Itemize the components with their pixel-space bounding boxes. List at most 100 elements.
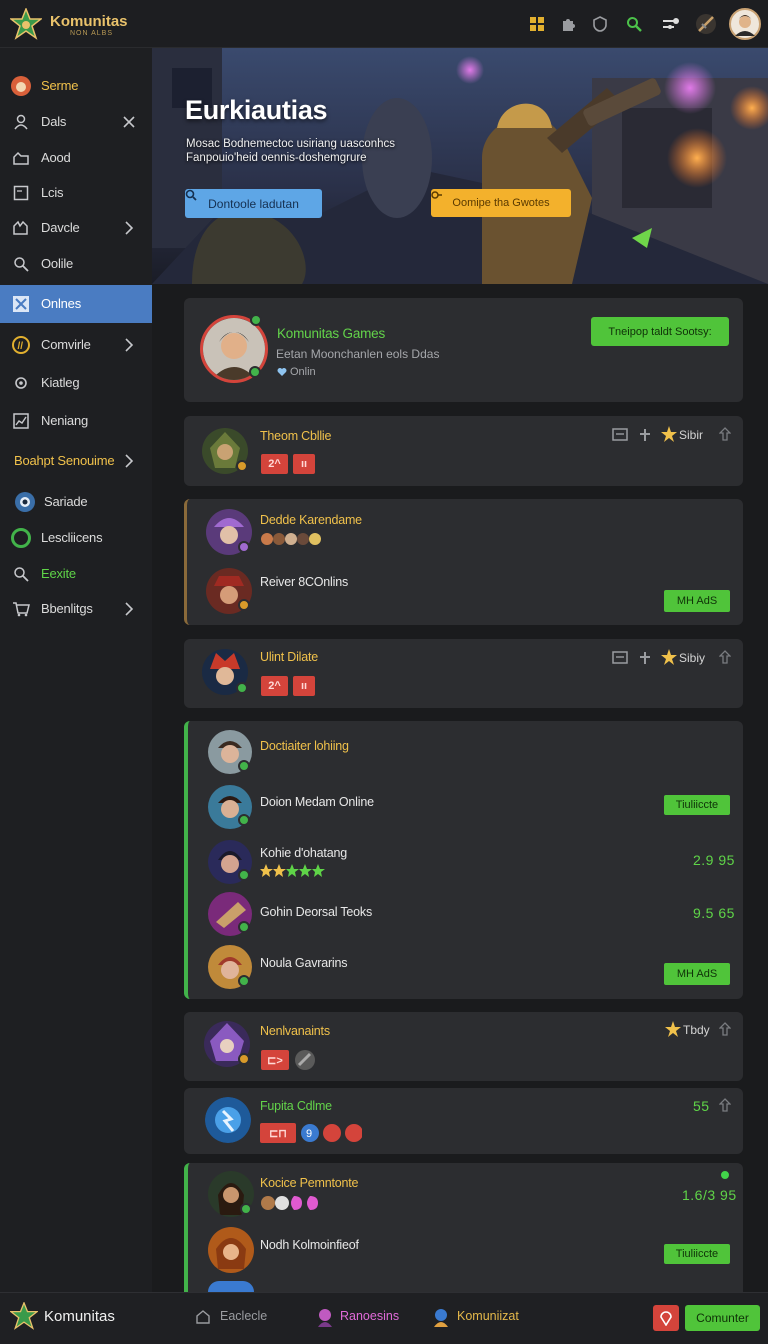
star-logo-icon[interactable] (10, 1302, 38, 1330)
score-value: 55 (693, 1098, 710, 1114)
sidebar-item-bbenlitgs[interactable]: Bbenlitgs (0, 591, 152, 627)
hero-primary-label: Dontoole ladutan (208, 196, 299, 211)
profile-description: Eetan Moonchanlen eols Ddas (276, 347, 440, 361)
upvote-icon[interactable] (719, 650, 731, 664)
close-icon[interactable] (122, 113, 136, 131)
hero-subtitle: Mosac Bodnemectoc usiriang uasconhcs Fan… (186, 138, 396, 164)
sidebar-item-dals[interactable]: Dals (0, 104, 152, 140)
message-icon[interactable] (612, 651, 628, 665)
chevron-right-icon[interactable] (122, 600, 136, 618)
item-name: Doctiaiter lohiing (260, 739, 349, 753)
cog-icon (10, 372, 32, 394)
app-logo[interactable]: Komunitas NON ALBS (8, 6, 148, 44)
sidebar-item-serme[interactable]: Serme (0, 68, 152, 104)
star-icon (661, 649, 677, 665)
sidebar-item-lescliicens[interactable]: Lescliicens (0, 520, 152, 556)
pin-icon[interactable] (639, 651, 651, 665)
status-badge (240, 1203, 252, 1215)
item-name: Gohin Deorsal Teoks (260, 905, 373, 919)
sidebar-item-sariade[interactable]: Sariade (0, 484, 152, 520)
item-name: Kocice Pemntonte (260, 1176, 359, 1190)
sidebar-item-eexite[interactable]: Eexite (0, 556, 152, 592)
join-button[interactable]: MH AdS (664, 963, 730, 985)
hero-primary-button[interactable]: Dontoole ladutan (185, 189, 322, 218)
sidebar-item-label: Comvirle (41, 337, 91, 352)
chevron-right-icon[interactable] (122, 452, 136, 470)
join-button[interactable]: MH AdS (664, 590, 730, 612)
follow-button[interactable]: Tiuliiccte (664, 795, 730, 815)
cart-icon (10, 598, 32, 620)
sidebar-item-label: Dals (41, 114, 67, 129)
item-name: Noula Gavrarins (260, 956, 348, 970)
sidebar-item-onlnes[interactable]: Onlnes (0, 285, 152, 323)
sidebar-item-comvirle[interactable]: // Comvirle (0, 327, 152, 363)
bottom-nav-item[interactable]: Komuniizat (457, 1309, 519, 1323)
profile-card: Komunitas Games Eetan Moonchanlen eols D… (184, 298, 743, 402)
online-indicator (719, 1169, 731, 1181)
sidebar-item-davcle[interactable]: Davcle (0, 210, 152, 246)
location-button[interactable] (653, 1305, 679, 1331)
svg-text:9: 9 (306, 1128, 312, 1140)
bottom-nav-item[interactable]: Eaclecle (220, 1309, 267, 1323)
profile-name: Komunitas Games (277, 326, 386, 341)
settings-icon[interactable] (659, 12, 683, 36)
status-badge (238, 1053, 250, 1065)
sidebar-item-lcis[interactable]: Lcis (0, 175, 152, 211)
sidebar-item-kiatleg[interactable]: Kiatleg (0, 365, 152, 401)
chevron-right-icon[interactable] (122, 219, 136, 237)
cross-icon (10, 293, 32, 315)
hero-artwork (152, 48, 768, 284)
profile-action-button[interactable]: Tneipop taldt Sootsy: (591, 317, 729, 346)
grid-icon[interactable] (525, 12, 549, 36)
status-badge (238, 760, 250, 772)
character-icon (318, 1309, 332, 1327)
app-tagline: NON ALBS (70, 30, 114, 37)
sidebar-section-label: Boahpt Senouime (14, 453, 115, 468)
list-item[interactable]: Theom Cbllie 2^ ıı Sibir (184, 416, 743, 486)
member-avatars (261, 1196, 318, 1210)
app-name: Komunitas (50, 13, 128, 30)
sidebar-item-neniang[interactable]: Neniang (0, 403, 152, 439)
user-avatar[interactable] (729, 8, 761, 40)
chevron-right-icon[interactable] (122, 336, 136, 354)
message-icon[interactable] (612, 428, 628, 442)
sidebar: Serme Dals Aood Lcis Davcle Oolile Onlne… (0, 48, 152, 1292)
follow-button[interactable]: Tiuliiccte (664, 1244, 730, 1264)
upvote-icon[interactable] (719, 1022, 731, 1036)
puzzle-icon[interactable] (556, 12, 580, 36)
sidebar-section-boahpt[interactable]: Boahpt Senouime (0, 443, 152, 479)
fox-icon (10, 75, 32, 97)
game-icons: 9 (301, 1124, 362, 1142)
avatar[interactable] (208, 1227, 254, 1273)
upvote-icon[interactable] (719, 1098, 731, 1112)
community-button[interactable]: Comunter (685, 1305, 760, 1331)
sidebar-item-label: Sariade (44, 494, 88, 509)
list-item[interactable]: Fupita Cdlme ⊏⊓ 9 55 (184, 1088, 743, 1154)
community-icon (434, 1309, 448, 1327)
item-name: Nenlvanaints (260, 1024, 330, 1038)
online-badge (250, 314, 262, 326)
sidebar-item-oolile[interactable]: Oolile (0, 246, 152, 282)
item-name: Doion Medam Online (260, 795, 374, 809)
sidebar-item-label: Bbenlitgs (41, 601, 93, 616)
list-item[interactable]: Nenlvanaints ⊏> Tbdy (184, 1012, 743, 1081)
pin-icon[interactable] (639, 428, 651, 442)
avatar[interactable] (208, 1281, 254, 1292)
sword-icon[interactable] (694, 12, 718, 36)
star-logo-icon (10, 8, 42, 40)
hero-secondary-button[interactable]: Oomipe tha Gwotes (431, 189, 571, 217)
search-icon (10, 253, 32, 275)
tag-badge: ıı (293, 454, 315, 474)
status-badge (238, 921, 250, 933)
shield-icon[interactable] (588, 12, 612, 36)
rating-label: Sibiy (679, 651, 706, 665)
item-name: Dedde Karendame (260, 513, 362, 527)
upvote-icon[interactable] (719, 427, 731, 441)
search-icon[interactable] (622, 12, 646, 36)
hero-title: Eurkiautias (185, 95, 328, 125)
sidebar-item-aood[interactable]: Aood (0, 140, 152, 176)
list-item[interactable]: Ulint Dilate 2^ ıı Sibiy (184, 639, 743, 708)
bottom-nav-item[interactable]: Ranoesins (340, 1309, 399, 1323)
item-name: Theom Cbllie (260, 429, 332, 443)
tag-badge: 2^ (261, 676, 288, 696)
